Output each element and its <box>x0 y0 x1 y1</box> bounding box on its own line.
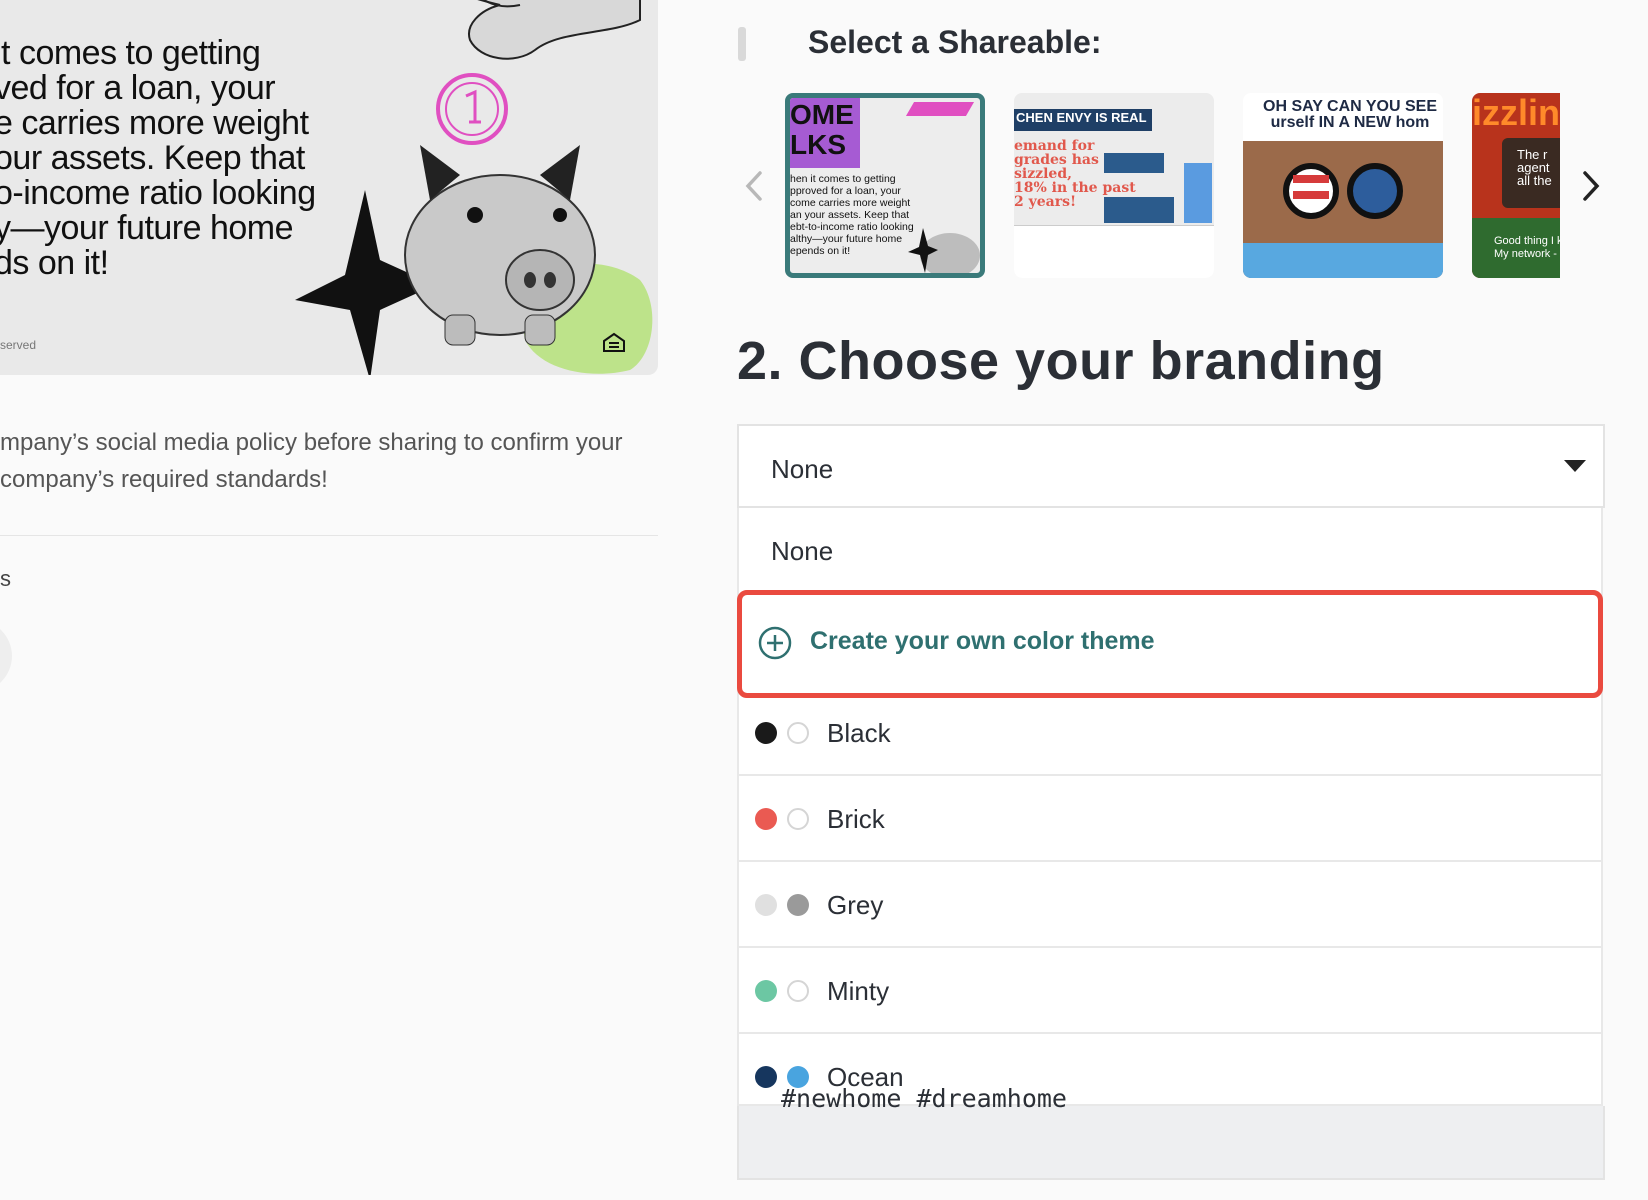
left-section-fragment: s <box>0 566 11 591</box>
thumb-3-heading: OH SAY CAN YOU SEE urself IN A NEW hom <box>1263 98 1437 131</box>
option-minty[interactable]: Minty <box>739 948 1601 1034</box>
branding-section-title: 2. Choose your branding <box>737 331 1385 391</box>
color-swatch-primary <box>755 894 777 916</box>
option-label: Grey <box>827 890 884 920</box>
shareable-thumb-4[interactable]: izzlin The r agent all the Good thing I … <box>1472 93 1560 278</box>
plus-circle-icon <box>758 626 792 660</box>
thumb-1-body: hen it comes to getting pproved for a lo… <box>790 173 914 257</box>
option-label: Black <box>827 718 891 748</box>
option-grey[interactable]: Grey <box>739 862 1601 948</box>
shareable-section-title: Select a Shareable: <box>808 24 1102 60</box>
section-marker <box>738 27 746 61</box>
shareable-thumb-3[interactable]: OH SAY CAN YOU SEE urself IN A NEW hom <box>1243 93 1443 278</box>
color-swatch-primary <box>755 722 777 744</box>
color-swatch-primary <box>755 808 777 830</box>
equal-housing-icon <box>603 332 625 352</box>
caption-textarea[interactable]: #newhome #dreamhome <box>737 1084 1605 1180</box>
create-color-theme-label: Create your own color theme <box>810 627 1155 655</box>
shareable-thumb-2[interactable]: CHEN ENVY IS REAL emand for grades has s… <box>1014 93 1214 278</box>
carousel-prev-button[interactable] <box>740 168 768 204</box>
thumb-4-body: The r agent all the <box>1517 147 1552 188</box>
hashtags-text: #newhome #dreamhome <box>781 1084 1067 1113</box>
create-color-theme-option[interactable]: Create your own color theme <box>737 590 1603 698</box>
caret-down-icon <box>1564 460 1586 472</box>
option-none[interactable]: None <box>739 508 1601 592</box>
option-label: Brick <box>827 804 885 834</box>
color-swatch-secondary <box>787 980 809 1002</box>
thumb-4-footer: Good thing I kn My network - <box>1494 235 1560 260</box>
shareable-carousel: OME LKS hen it comes to getting pproved … <box>785 93 1560 278</box>
option-label: Minty <box>827 976 890 1006</box>
policy-notice: mpany’s social media policy before shari… <box>0 429 623 493</box>
branding-select[interactable]: None <box>737 424 1605 508</box>
hand-illustration <box>468 0 641 60</box>
option-brick[interactable]: Brick <box>739 776 1601 862</box>
chevron-left-icon <box>745 171 762 201</box>
color-swatch-primary <box>755 1066 777 1088</box>
divider <box>0 535 658 536</box>
shareable-preview: it comes to getting ved for a loan, your… <box>0 0 658 375</box>
color-swatch-secondary <box>787 808 809 830</box>
avatar[interactable] <box>0 620 12 692</box>
piggy-bank-illustration <box>404 145 596 346</box>
thumb-1-heading: OME LKS <box>790 99 854 160</box>
thumb-2-heading: CHEN ENVY IS REAL <box>1016 110 1147 125</box>
color-swatch-primary <box>755 980 777 1002</box>
branding-select-value: None <box>771 454 834 484</box>
color-swatch-secondary <box>787 894 809 916</box>
thumb-4-heading: izzlin <box>1472 93 1560 133</box>
option-label: None <box>771 536 834 566</box>
color-swatch-secondary <box>787 722 809 744</box>
carousel-next-button[interactable] <box>1577 168 1605 204</box>
shareable-thumb-1[interactable]: OME LKS hen it comes to getting pproved … <box>785 93 985 278</box>
preview-footer: served <box>0 338 37 352</box>
chevron-right-icon <box>1583 171 1600 201</box>
option-black[interactable]: Black <box>739 690 1601 776</box>
